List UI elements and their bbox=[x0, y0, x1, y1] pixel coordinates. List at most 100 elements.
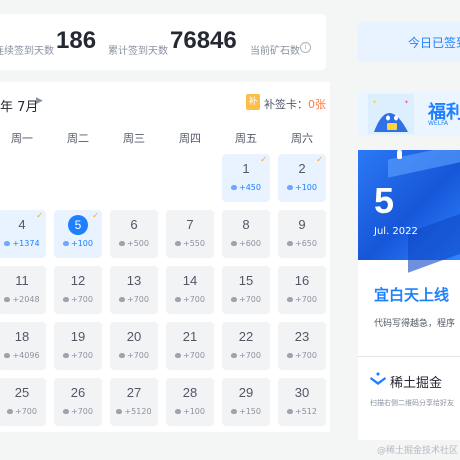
day-points: +700 bbox=[110, 295, 158, 304]
points-value: +700 bbox=[71, 295, 93, 304]
day-cell[interactable]: 19 +700 bbox=[54, 322, 102, 370]
ore-icon bbox=[231, 297, 237, 302]
svg-text:✦: ✦ bbox=[372, 99, 377, 106]
day-cell[interactable]: 7 +550 bbox=[166, 210, 214, 258]
day-cell[interactable]: 29 +150 bbox=[222, 378, 270, 426]
day-cell[interactable]: 25 +700 bbox=[0, 378, 46, 426]
points-value: +700 bbox=[295, 295, 317, 304]
day-number: 19 bbox=[70, 329, 86, 344]
ore-icon bbox=[231, 409, 237, 414]
day-points: +1374 bbox=[0, 239, 46, 248]
points-value: +600 bbox=[239, 239, 261, 248]
day-cell[interactable]: 16 +700 bbox=[278, 266, 326, 314]
day-cell[interactable]: 14 +700 bbox=[166, 266, 214, 314]
day-points: +700 bbox=[278, 351, 326, 360]
day-number: 30 bbox=[294, 385, 310, 400]
juejin-logo-icon bbox=[370, 372, 386, 385]
day-cell[interactable]: 2 +100 ✓ bbox=[278, 154, 326, 202]
welfare-banner[interactable]: ✦ ✦ 福利 WELFA bbox=[358, 92, 460, 136]
checked-icon: ✓ bbox=[316, 155, 323, 164]
day-points: +550 bbox=[166, 239, 214, 248]
day-cell[interactable]: 20 +700 bbox=[110, 322, 158, 370]
day-cell[interactable]: 23 +700 bbox=[278, 322, 326, 370]
day-points: +700 bbox=[110, 351, 158, 360]
day-number: 15 bbox=[238, 273, 254, 288]
day-cell[interactable]: 13 +700 bbox=[110, 266, 158, 314]
points-value: +1374 bbox=[12, 239, 40, 248]
points-value: +700 bbox=[127, 351, 149, 360]
day-cell[interactable]: 11 +2048 bbox=[0, 266, 46, 314]
pin-icon bbox=[397, 150, 402, 159]
mascot-icon: ✦ ✦ bbox=[368, 94, 414, 134]
total-value: 76846 bbox=[170, 27, 237, 54]
ore-icon bbox=[4, 241, 11, 246]
ore-icon bbox=[63, 241, 69, 246]
day-cell[interactable]: 18 +4096 bbox=[0, 322, 46, 370]
points-value: +700 bbox=[183, 295, 205, 304]
points-value: +2048 bbox=[12, 295, 40, 304]
ore-icon bbox=[119, 241, 125, 246]
day-points: +700 bbox=[54, 407, 102, 416]
poster-month: Jul. 2022 bbox=[374, 226, 418, 237]
weekday-label: 周三 bbox=[123, 132, 145, 145]
poster-subtext: 代码写得越急，程序 bbox=[374, 319, 456, 329]
makeup-card-count: 0张 bbox=[308, 98, 326, 111]
day-number: 11 bbox=[15, 273, 29, 288]
next-month-icon[interactable]: ▶ bbox=[36, 96, 43, 106]
points-value: +700 bbox=[71, 351, 93, 360]
day-number: 16 bbox=[294, 273, 310, 288]
points-value: +700 bbox=[295, 351, 317, 360]
info-icon[interactable]: i bbox=[300, 42, 311, 53]
watermark: @稀土掘金技术社区 bbox=[376, 446, 458, 456]
brand-name: 稀土掘金 bbox=[390, 376, 443, 391]
day-cell[interactable]: 21 +700 bbox=[166, 322, 214, 370]
day-cell[interactable]: 6 +500 bbox=[110, 210, 158, 258]
points-value: +100 bbox=[183, 407, 205, 416]
points-value: +650 bbox=[295, 239, 317, 248]
day-cell[interactable]: 30 +512 bbox=[278, 378, 326, 426]
day-points: +700 bbox=[54, 295, 102, 304]
signed-in-button[interactable]: 今日已签到 bbox=[358, 22, 460, 62]
scan-hint: 扫描右侧二维码分享给好友 bbox=[370, 399, 454, 407]
day-number: 25 bbox=[14, 385, 30, 400]
day-cell[interactable]: 28 +100 bbox=[166, 378, 214, 426]
day-number: 14 bbox=[182, 273, 198, 288]
ore-icon bbox=[231, 241, 237, 246]
ore-icon bbox=[287, 241, 293, 246]
day-number: 27 bbox=[126, 385, 142, 400]
poster-day: 5 bbox=[374, 180, 395, 221]
points-value: +700 bbox=[127, 295, 149, 304]
day-points: +700 bbox=[166, 295, 214, 304]
day-number: 18 bbox=[14, 329, 30, 344]
day-cell[interactable]: 26 +700 bbox=[54, 378, 102, 426]
ore-icon bbox=[175, 297, 181, 302]
points-value: +4096 bbox=[12, 351, 40, 360]
day-cell[interactable]: 8 +600 bbox=[222, 210, 270, 258]
day-points: +500 bbox=[110, 239, 158, 248]
points-value: +550 bbox=[183, 239, 205, 248]
day-points: +100 bbox=[278, 183, 326, 192]
day-number: 21 bbox=[182, 329, 198, 344]
makeup-card-label[interactable]: 补签卡：0张 bbox=[264, 96, 326, 112]
ore-icon bbox=[63, 297, 69, 302]
streak-label: 连续签到天数 bbox=[0, 46, 54, 57]
day-cell[interactable]: 1 +450 ✓ bbox=[222, 154, 270, 202]
day-points: +5120 bbox=[110, 407, 158, 416]
day-number: 20 bbox=[126, 329, 142, 344]
day-number: 13 bbox=[126, 273, 142, 288]
day-cell[interactable]: 27 +5120 bbox=[110, 378, 158, 426]
day-points: +150 bbox=[222, 407, 270, 416]
points-value: +700 bbox=[15, 407, 37, 416]
day-cell[interactable]: 12 +700 bbox=[54, 266, 102, 314]
day-cell[interactable]: 22 +700 bbox=[222, 322, 270, 370]
day-cell-today[interactable]: 5 +100 ✓ bbox=[54, 210, 102, 258]
day-cell[interactable]: 4 +1374 ✓ bbox=[0, 210, 46, 258]
weekday-label: 周一 bbox=[11, 132, 33, 145]
points-value: +100 bbox=[295, 183, 317, 192]
ore-icon bbox=[7, 409, 13, 414]
ore-icon bbox=[287, 409, 293, 414]
day-cell[interactable]: 9 +650 bbox=[278, 210, 326, 258]
day-cell[interactable]: 15 +700 bbox=[222, 266, 270, 314]
day-points: +2048 bbox=[0, 295, 46, 304]
weekday-label: 周二 bbox=[67, 132, 89, 145]
